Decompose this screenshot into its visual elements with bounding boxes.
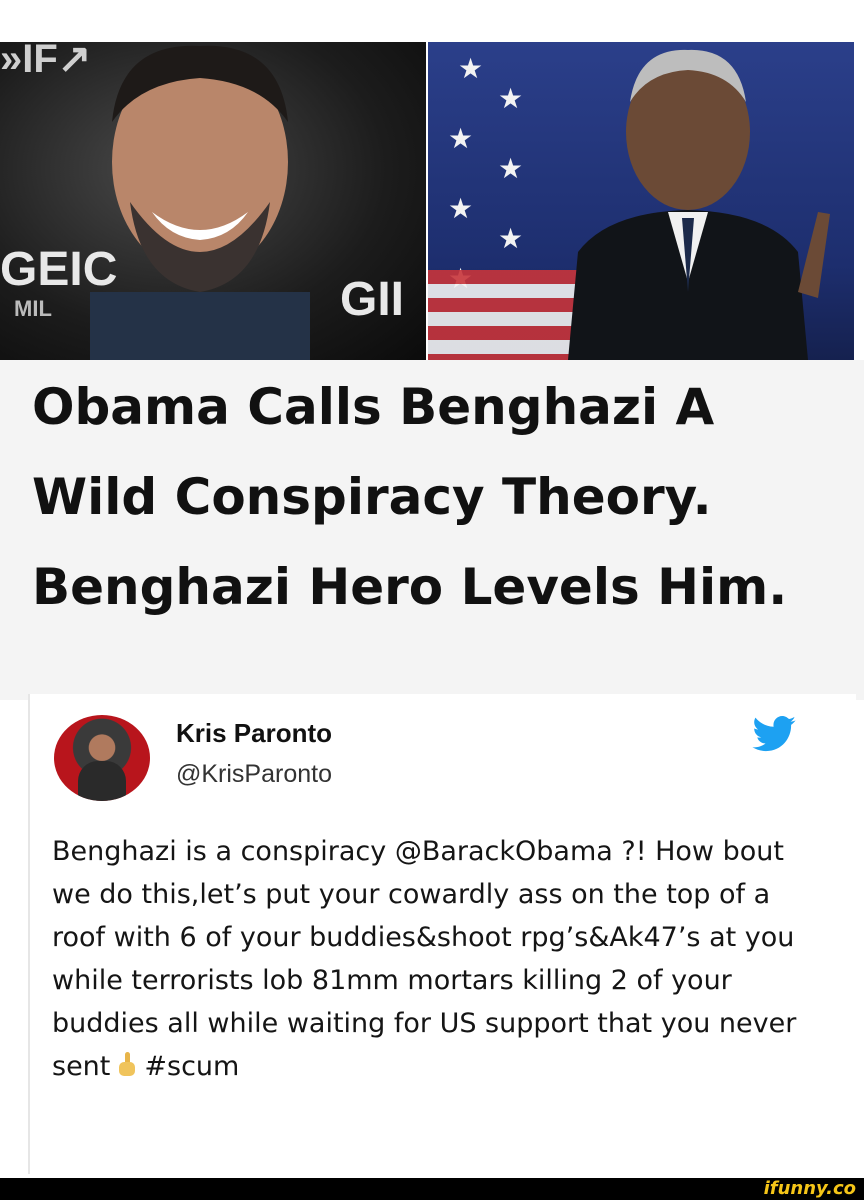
footer-bar bbox=[0, 1178, 864, 1200]
avatar-figure bbox=[78, 761, 126, 801]
header-photos: »IF↗ GEIC MIL GII ★ ★ ★ ★ ★ ★ ★ bbox=[0, 0, 864, 360]
hashtag-scum[interactable]: #scum bbox=[144, 1051, 239, 1082]
author-name[interactable]: Kris Paronto bbox=[176, 718, 332, 749]
author-handle[interactable]: @KrisParonto bbox=[176, 760, 332, 789]
ifunny-watermark: ifunny.co bbox=[763, 1178, 856, 1199]
photo-barack-obama: ★ ★ ★ ★ ★ ★ ★ bbox=[428, 42, 854, 360]
twitter-bird-icon[interactable] bbox=[752, 716, 796, 752]
person-silhouette bbox=[568, 49, 830, 360]
avatar[interactable] bbox=[54, 715, 150, 801]
photo-kris-paronto: »IF↗ GEIC MIL GII bbox=[0, 42, 426, 360]
flag-stripes bbox=[428, 270, 578, 360]
person-silhouette bbox=[90, 45, 310, 360]
middle-finger-icon bbox=[119, 1052, 136, 1076]
sponsor-logo-text: GII bbox=[340, 273, 405, 326]
sponsor-logo-text: »IF↗ bbox=[0, 42, 92, 81]
tweet-text: Benghazi is a conspiracy @BarackObama ?!… bbox=[52, 830, 822, 1088]
sponsor-logo-text: MIL bbox=[14, 296, 52, 321]
tweet-text-main: Benghazi is a conspiracy @BarackObama ?!… bbox=[52, 836, 797, 1082]
headline: Obama Calls Benghazi A Wild Conspiracy T… bbox=[32, 378, 788, 616]
